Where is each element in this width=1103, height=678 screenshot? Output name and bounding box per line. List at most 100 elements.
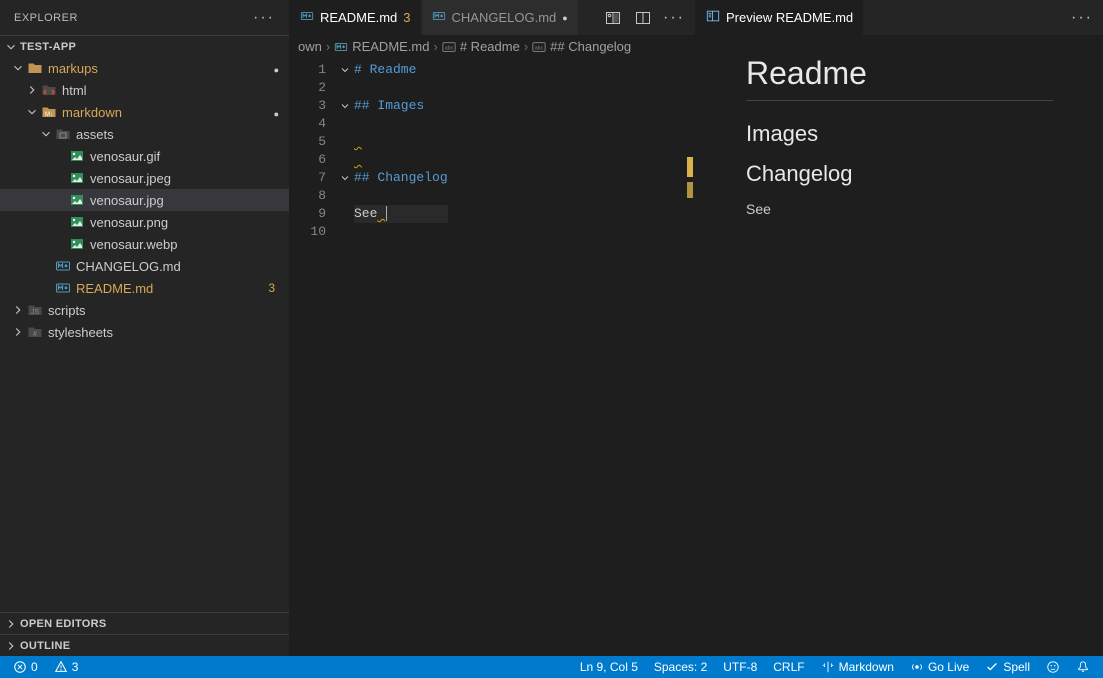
markdown-icon [300, 9, 314, 26]
chevron-down-icon [38, 127, 54, 141]
status-encoding[interactable]: UTF-8 [718, 660, 762, 674]
tree-item-label: CHANGELOG.md [76, 259, 279, 274]
split-editor-icon[interactable] [633, 8, 653, 28]
tree-item[interactable]: M↓ markdown [0, 101, 289, 123]
fold-toggle[interactable] [336, 187, 354, 205]
svg-text:M↓: M↓ [45, 112, 53, 118]
tree-item-label: venosaur.jpg [90, 193, 279, 208]
tree-item-label: markups [48, 61, 274, 76]
tree-item-label: venosaur.png [90, 215, 279, 230]
tree-item[interactable]: html [0, 79, 289, 101]
fold-toggle[interactable] [336, 97, 354, 115]
status-eol[interactable]: CRLF [768, 660, 809, 674]
status-bell-icon[interactable] [1071, 660, 1095, 674]
tab-bar-right: Preview README.md ··· [696, 0, 1103, 35]
tab-changelog-md[interactable]: CHANGELOG.md ● [422, 0, 579, 35]
chevron-right-icon [10, 325, 26, 339]
img-icon [68, 170, 86, 186]
fold-toggle[interactable] [336, 205, 354, 223]
modified-dot-icon: ● [562, 13, 567, 23]
tree-item[interactable]: CHANGELOG.md [0, 255, 289, 277]
abc-icon: abc [532, 38, 546, 54]
breadcrumb-item[interactable]: # Readme [460, 39, 520, 54]
tree-item[interactable]: # stylesheets [0, 321, 289, 343]
status-golive[interactable]: Go Live [905, 660, 974, 674]
md-icon [334, 38, 348, 54]
fold-toggle[interactable] [336, 61, 354, 79]
status-spell[interactable]: Spell [980, 660, 1035, 674]
code-editor[interactable]: 12345678910 # Readme## Images ## Changel… [290, 57, 695, 656]
preview-h2-changelog: Changelog [746, 161, 1053, 187]
folder-md-icon: M↓ [40, 104, 58, 120]
tree-item[interactable]: venosaur.webp [0, 233, 289, 255]
md-icon [54, 280, 72, 296]
tree-item[interactable]: README.md3 [0, 277, 289, 299]
preview-icon [706, 9, 720, 26]
tree-item-label: venosaur.gif [90, 149, 279, 164]
breadcrumb-item[interactable]: ## Changelog [550, 39, 631, 54]
breadcrumb-item[interactable]: README.md [352, 39, 429, 54]
breadcrumb[interactable]: own › README.md ›abc # Readme ›abc ## Ch… [290, 35, 695, 57]
fold-toggle[interactable] [336, 223, 354, 241]
img-icon [68, 214, 86, 230]
modified-dot-icon [274, 61, 279, 76]
file-tree: markups html M↓ markdown assets venosaur.gif v… [0, 57, 289, 612]
fold-toggle[interactable] [336, 151, 354, 169]
open-editors-section[interactable]: OPEN EDITORS [0, 612, 289, 634]
tree-item-label: assets [76, 127, 279, 142]
chevron-right-icon [10, 303, 26, 317]
svg-text:#: # [33, 331, 37, 338]
abc-icon: abc [442, 38, 456, 54]
status-language[interactable]: Markdown [816, 660, 899, 674]
status-warnings[interactable]: 3 [49, 660, 84, 674]
tree-item-label: markdown [62, 105, 274, 120]
svg-text:JS: JS [31, 309, 40, 316]
editor-pane-left: README.md3 CHANGELOG.md ● ··· own › README… [290, 0, 696, 656]
tree-item[interactable]: markups [0, 57, 289, 79]
minimap[interactable] [681, 57, 695, 656]
explorer-more-icon[interactable]: ··· [253, 9, 275, 27]
tree-item[interactable]: JSscripts [0, 299, 289, 321]
outline-section[interactable]: OUTLINE [0, 634, 289, 656]
tree-item-label: html [62, 83, 279, 98]
tab-label: CHANGELOG.md [452, 10, 557, 25]
chevron-down-icon [24, 105, 40, 119]
status-bar: 0 3 Ln 9, Col 5 Spaces: 2 UTF-8 CRLF Mar… [0, 656, 1103, 678]
fold-toggle[interactable] [336, 79, 354, 97]
tree-item[interactable]: venosaur.png [0, 211, 289, 233]
folder-gold-icon [26, 60, 44, 76]
folder-scripts-icon: JS [26, 302, 44, 318]
tree-item-label: venosaur.jpeg [90, 171, 279, 186]
open-preview-side-icon[interactable] [603, 8, 623, 28]
status-position[interactable]: Ln 9, Col 5 [575, 660, 643, 674]
tree-item[interactable]: venosaur.jpeg [0, 167, 289, 189]
status-feedback-icon[interactable] [1041, 660, 1065, 674]
editor-pane-right: Preview README.md ··· Readme Images Chan… [696, 0, 1103, 656]
tree-item[interactable]: venosaur.gif [0, 145, 289, 167]
tab-preview[interactable]: Preview README.md [696, 0, 864, 35]
folder-html-icon [40, 82, 58, 98]
fold-toggle[interactable] [336, 169, 354, 187]
tab-readme-md[interactable]: README.md3 [290, 0, 422, 35]
tree-item-badge: 3 [268, 281, 279, 295]
tab-label: README.md [320, 10, 397, 25]
preview-h2-images: Images [746, 121, 1053, 147]
folder-assets-icon [54, 126, 72, 142]
status-spaces[interactable]: Spaces: 2 [649, 660, 712, 674]
breadcrumb-item[interactable]: own [298, 39, 322, 54]
tree-item-label: stylesheets [48, 325, 279, 340]
preview-paragraph: See [746, 201, 1053, 217]
markdown-preview[interactable]: Readme Images Changelog See [696, 35, 1103, 656]
svg-text:abc: abc [535, 45, 544, 51]
editor-more-icon[interactable]: ··· [663, 9, 685, 27]
status-errors[interactable]: 0 [8, 660, 43, 674]
explorer-sidebar: EXPLORER ··· TEST-APP markups html M↓ markd… [0, 0, 290, 656]
chevron-right-icon [24, 83, 40, 97]
fold-toggle[interactable] [336, 133, 354, 151]
explorer-title: EXPLORER [14, 12, 78, 24]
fold-toggle[interactable] [336, 115, 354, 133]
tree-item[interactable]: venosaur.jpg [0, 189, 289, 211]
project-section[interactable]: TEST-APP [0, 35, 289, 57]
preview-more-icon[interactable]: ··· [1071, 9, 1093, 27]
tree-item[interactable]: assets [0, 123, 289, 145]
